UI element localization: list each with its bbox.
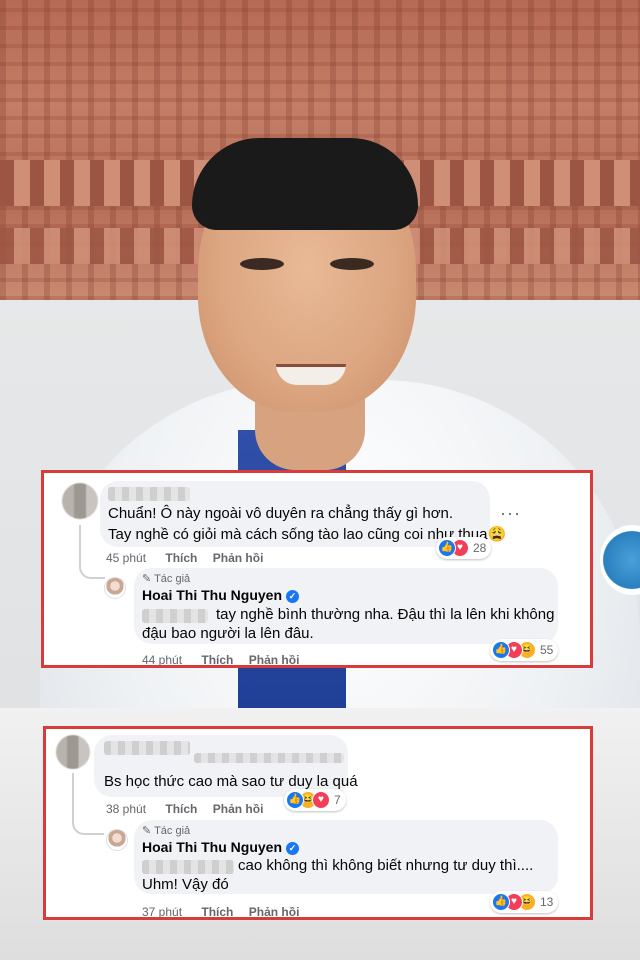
author-name[interactable]: Hoai Thi Thu Nguyen [142,587,282,603]
doctor-eye [330,258,374,270]
redacted-name [104,741,190,755]
like-button[interactable]: Thích [201,905,233,919]
like-button[interactable]: Thích [165,802,197,816]
like-button[interactable]: Thích [201,653,233,667]
reply-button[interactable]: Phản hồi [249,905,300,919]
reply-button[interactable]: Phản hồi [213,802,264,816]
comment-text-line: Bs học thức cao mà sao tư duy la quá [104,773,358,790]
reaction-count: 55 [540,643,554,657]
reaction-count: 7 [334,793,341,807]
author-tag-label: Tác giả [154,825,191,837]
reply-button[interactable]: Phản hồi [249,653,300,667]
author-badge: ✎ Tác giả [142,573,191,585]
reply-author[interactable]: Hoai Thi Thu Nguyen ✓ [142,587,299,603]
like-icon: 👍 [492,893,510,911]
reply-bubble: ✎ Tác giả Hoai Thi Thu Nguyen ✓ cao không… [134,820,558,894]
commenter-avatar[interactable] [56,735,90,769]
doctor-eye [240,258,284,270]
verified-badge-icon: ✓ [286,590,299,603]
reply-thread-line [72,773,104,835]
reply-thread-line [79,525,105,579]
reply-time[interactable]: 37 phút [142,905,182,919]
author-name[interactable]: Hoai Thi Thu Nguyen [142,839,282,855]
comment-thread-1: Chuẩn! Ô này ngoài vô duyên ra chẳng thấ… [41,470,593,668]
redacted-text [194,753,344,763]
reaction-summary[interactable]: 👍 ♥ 😆 55 [490,639,559,661]
redacted-name [142,609,208,623]
reply-time[interactable]: 44 phút [142,653,182,667]
reply-text-line: tay nghề bình thường nha. Đậu thì la lên… [216,606,555,623]
like-icon: 👍 [286,791,304,809]
reaction-summary[interactable]: 👍 ♥ 😆 13 [490,891,559,913]
reaction-summary[interactable]: 👍 😆 ♥ 7 [284,789,346,811]
like-button[interactable]: Thích [165,551,197,565]
reply-text-line: đậu bao người la lên đâu. [142,625,314,642]
comment-time[interactable]: 38 phút [106,802,146,816]
reply-meta: 37 phút Thích Phản hồi [142,905,299,919]
author-badge: ✎ Tác giả [142,825,191,837]
verified-badge-icon: ✓ [286,842,299,855]
author-tag-label: Tác giả [154,573,191,585]
comment-meta: 45 phút Thích Phản hồi [106,551,263,565]
like-icon: 👍 [438,539,456,557]
comment-bubble: Bs học thức cao mà sao tư duy la quá [94,735,358,797]
reply-bubble: ✎ Tác giả Hoai Thi Thu Nguyen ✓ tay nghề … [134,568,558,644]
reaction-count: 28 [473,541,487,555]
comment-bubble: Chuẩn! Ô này ngoài vô duyên ra chẳng thấ… [100,481,506,547]
redacted-name [142,860,234,874]
doctor-smile [276,364,346,385]
doctor-hair [192,138,418,230]
like-icon: 👍 [492,641,510,659]
author-avatar[interactable] [106,829,128,851]
reaction-summary[interactable]: 👍 ♥ 28 [436,537,492,559]
redacted-name [108,487,190,501]
reply-meta: 44 phút Thích Phản hồi [142,653,299,667]
reply-author[interactable]: Hoai Thi Thu Nguyen ✓ [142,839,299,855]
author-avatar[interactable] [104,577,126,599]
commenter-avatar[interactable] [62,483,98,519]
comment-meta: 38 phút Thích Phản hồi [106,802,263,816]
reply-button[interactable]: Phản hồi [213,551,264,565]
comment-time[interactable]: 45 phút [106,551,146,565]
comment-text-line: Chuẩn! Ô này ngoài vô duyên ra chẳng thấ… [108,505,454,522]
comment-thread-2: Bs học thức cao mà sao tư duy la quá 38 … [43,726,593,920]
reply-text-line: Uhm! Vậy đó [142,876,229,893]
reply-text-line: cao không thì không biết nhưng tư duy th… [238,857,534,874]
reaction-count: 13 [540,895,554,909]
more-options-icon[interactable]: ··· [500,503,521,524]
love-icon: ♥ [312,791,330,809]
